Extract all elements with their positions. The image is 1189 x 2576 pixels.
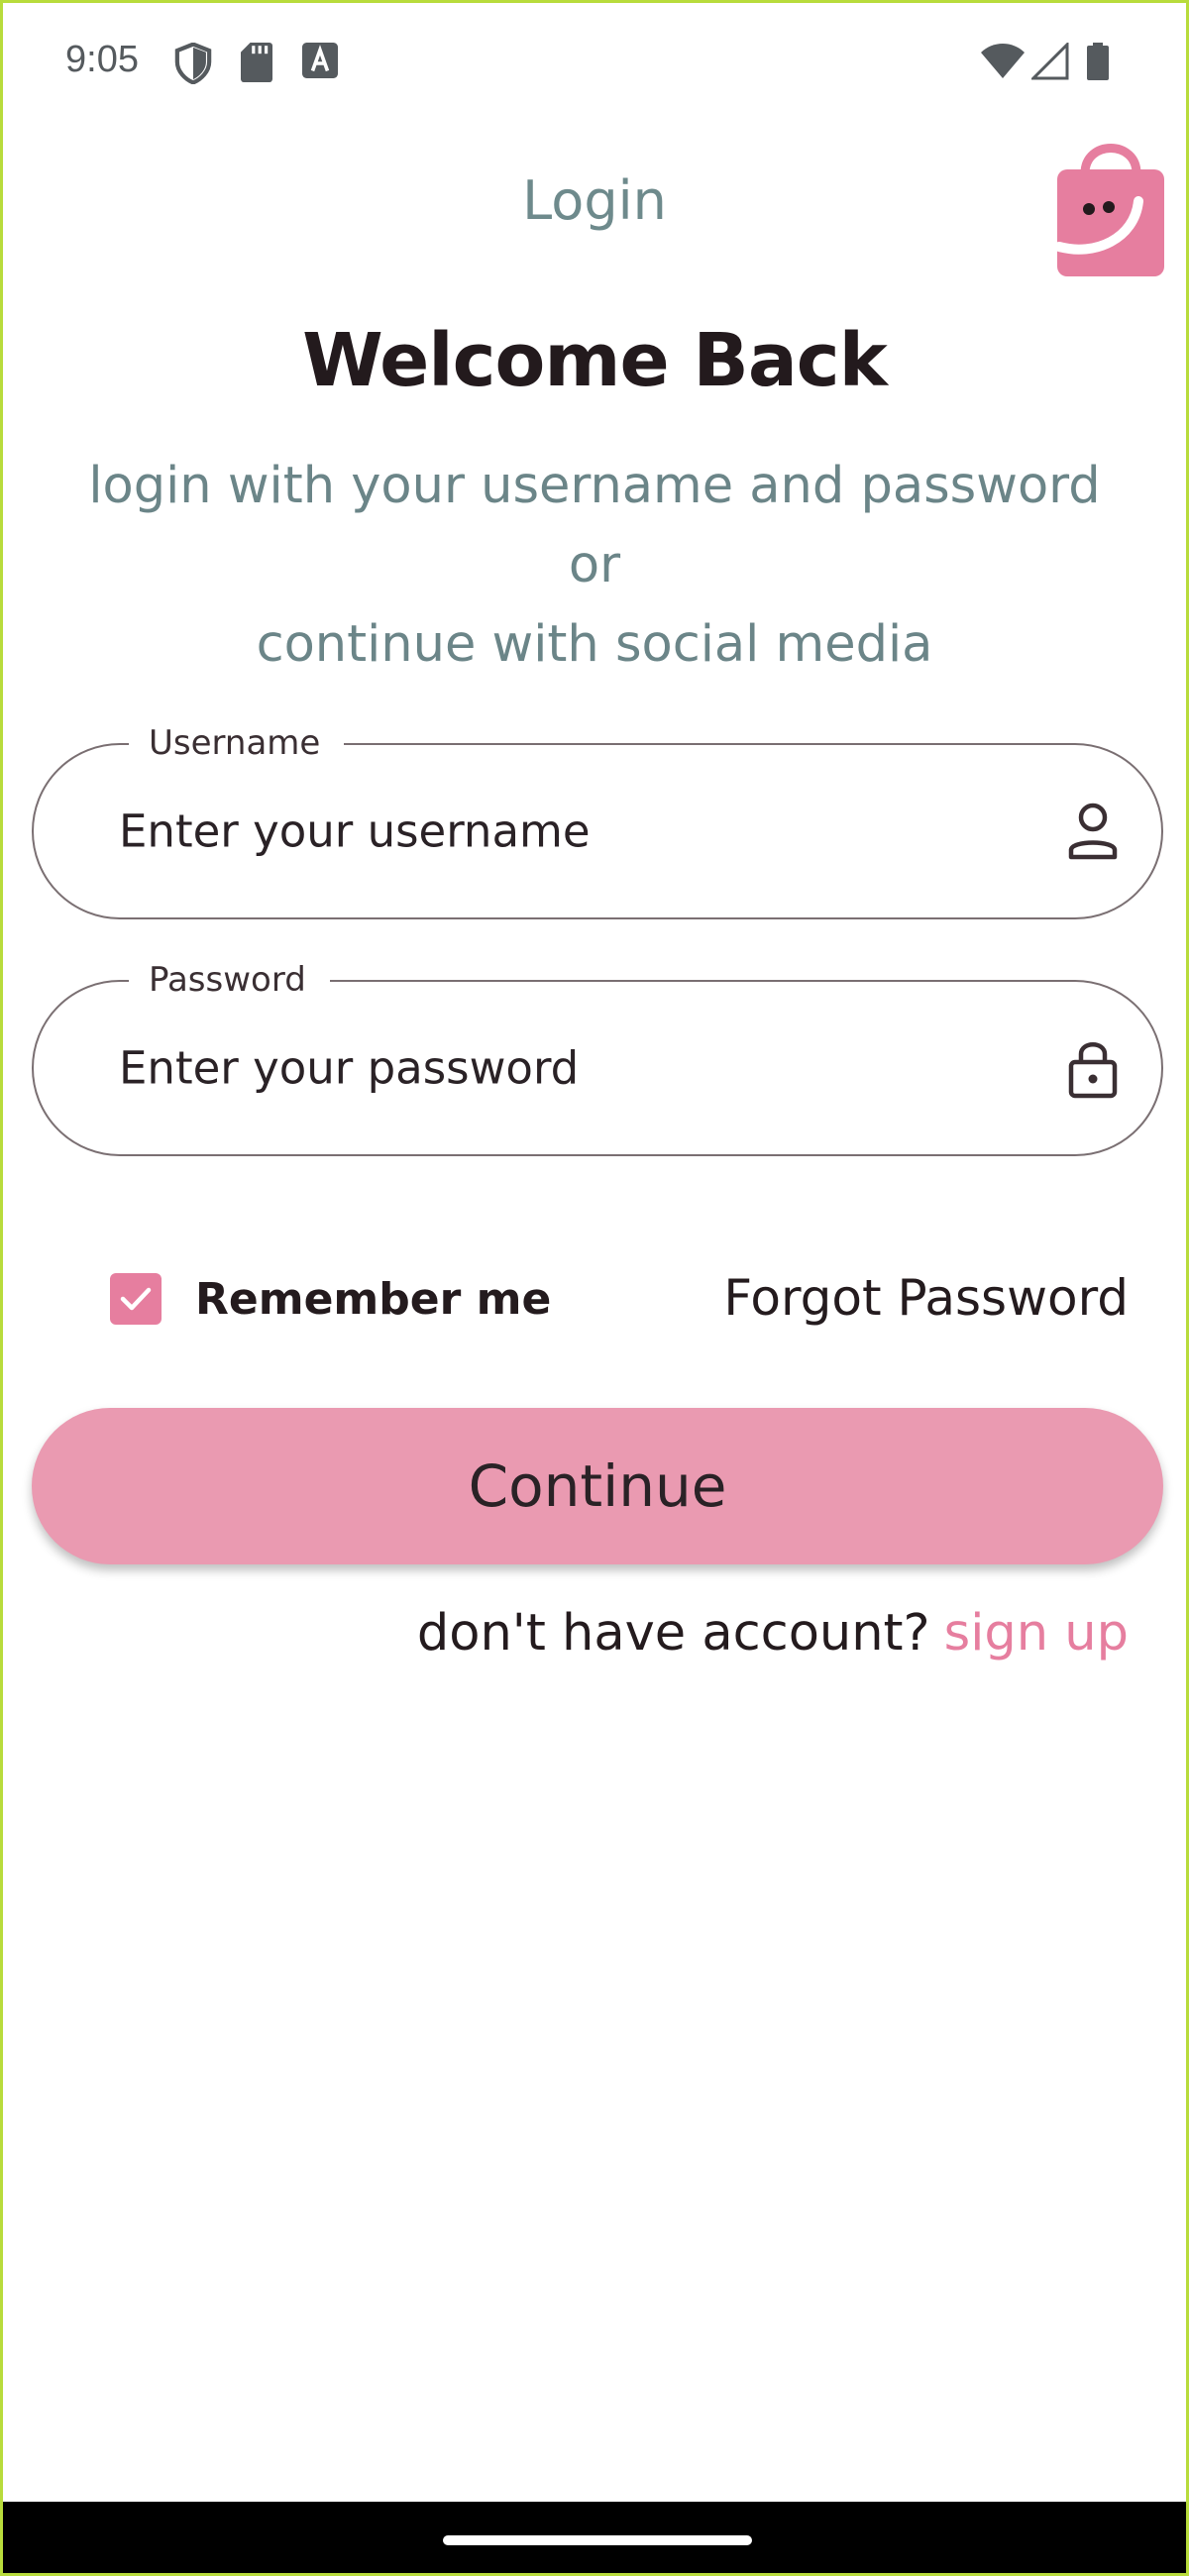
remember-me-label: Remember me: [195, 1273, 552, 1325]
signup-row: don't have account? sign up: [417, 1604, 1129, 1663]
navigation-bar: [3, 2502, 1186, 2573]
signup-prompt: don't have account?: [416, 1604, 930, 1663]
home-indicator[interactable]: [443, 2535, 752, 2545]
signup-link[interactable]: sign up: [944, 1604, 1129, 1663]
wifi-icon: [980, 43, 1026, 84]
checkmark-icon: [120, 1287, 152, 1311]
subtitle-line-2: continue with social media: [256, 615, 933, 674]
remember-me-row[interactable]: Remember me: [110, 1271, 551, 1327]
continue-button[interactable]: Continue: [32, 1408, 1163, 1564]
lock-icon: [1066, 1037, 1120, 1099]
welcome-subtitle: login with your username and password or…: [62, 447, 1127, 685]
person-icon: [1066, 801, 1120, 862]
welcome-heading: Welcome Back: [302, 318, 888, 403]
sd-card-icon: [241, 43, 272, 86]
password-label: Password: [129, 960, 330, 1000]
username-input[interactable]: [119, 805, 991, 858]
shopping-bag-logo-icon: [1054, 130, 1166, 278]
shield-icon: [173, 42, 213, 88]
battery-icon: [1087, 43, 1109, 84]
password-input[interactable]: [119, 1041, 991, 1095]
status-time: 9:05: [65, 39, 139, 80]
password-field[interactable]: Password: [32, 960, 1163, 1156]
forgot-password-link[interactable]: Forgot Password: [723, 1269, 1129, 1327]
username-field[interactable]: Username: [32, 723, 1163, 919]
subtitle-line-1: login with your username and password or: [88, 457, 1101, 594]
login-screen: 9:05 Login Welcome Back login with your …: [0, 0, 1189, 2576]
cellular-signal-icon: [1029, 41, 1069, 84]
status-bar: 9:05: [3, 3, 1186, 122]
font-a-icon: [302, 43, 338, 82]
remember-me-checkbox[interactable]: [110, 1273, 162, 1325]
username-label: Username: [129, 723, 345, 763]
page-title: Login: [522, 169, 667, 232]
